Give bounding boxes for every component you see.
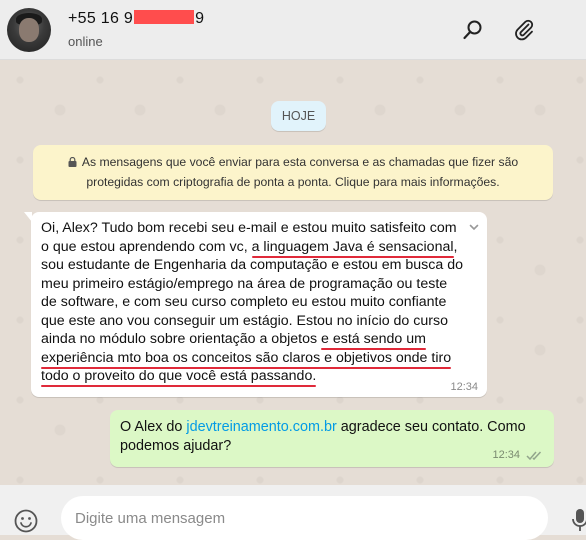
encryption-notice[interactable]: As mensagens que você enviar para esta c… <box>33 145 553 200</box>
lock-icon <box>68 157 77 167</box>
microphone-icon[interactable] <box>571 508 586 532</box>
paperclip-icon[interactable] <box>512 18 536 42</box>
outgoing-message[interactable]: O Alex do jdevtreinamento.com.br agradec… <box>110 410 554 467</box>
underlined-phrase: e está sendo um <box>321 331 426 347</box>
contact-status: online <box>68 34 103 49</box>
message-fragment: ainda no módulo sobre orientação a objet… <box>41 331 322 347</box>
outgoing-message-text: O Alex do jdevtreinamento.com.br agradec… <box>120 418 540 456</box>
incoming-message[interactable]: Oi, Alex? Tudo bom recebi seu e-mail e e… <box>24 212 487 397</box>
contact-avatar[interactable] <box>7 8 51 52</box>
underlined-phrase: todo o proveito do que você está passand… <box>41 368 317 384</box>
message-line: Oi, Alex? Tudo bom recebi seu e-mail e e… <box>41 220 457 236</box>
message-fragment: , <box>453 238 458 255</box>
contact-name[interactable]: +55 16 9 9 <box>68 10 204 28</box>
double-check-icon <box>526 451 542 461</box>
website-link[interactable]: jdevtreinamento.com.br <box>186 419 336 435</box>
message-line: meu primeiro estágio/emprego na área de … <box>41 275 448 292</box>
encryption-notice-line1: As mensagens que você enviar para esta c… <box>81 155 519 169</box>
redaction-mark <box>134 10 195 24</box>
message-line: sou estudante de Engenharia da computaçã… <box>41 257 463 273</box>
underlined-phrase: experiência mto boa os conceitos são cla… <box>41 349 452 366</box>
message-timestamp: 12:34 <box>450 381 478 393</box>
chat-header: +55 16 9 9 online <box>0 0 586 60</box>
message-line: que este ano vou conseguir um estágio. E… <box>41 312 448 329</box>
message-fragment: agradece seu contato. Como <box>336 419 526 435</box>
message-line: o que estou aprendendo com vc, a linguag… <box>41 238 483 257</box>
message-timestamp: 12:34 <box>492 449 520 461</box>
message-fragment: O Alex do <box>120 419 187 435</box>
encryption-notice-line2: protegidas com criptografia de ponta a p… <box>86 175 500 189</box>
message-input[interactable] <box>61 496 548 540</box>
emoji-icon[interactable] <box>13 508 39 534</box>
message-fragment: o que estou aprendendo com vc, <box>41 238 252 255</box>
message-line: ainda no módulo sobre orientação a objet… <box>41 330 483 349</box>
message-line: de software, e com seu curso completo eu… <box>41 294 447 310</box>
underlined-phrase: a linguagem Java é sensacional <box>251 238 454 255</box>
message-line: experiência mto boa os conceitos são cla… <box>41 349 483 368</box>
message-line: todo o proveito do que você está passand… <box>41 367 483 386</box>
incoming-message-text: Oi, Alex? Tudo bom recebi seu e-mail e e… <box>41 219 483 386</box>
contact-name-prefix: +55 16 9 <box>68 10 134 27</box>
date-divider: HOJE <box>271 101 326 131</box>
search-icon[interactable] <box>461 18 485 42</box>
contact-name-suffix: 9 <box>195 10 205 27</box>
message-fragment: podemos ajudar? <box>120 438 232 454</box>
